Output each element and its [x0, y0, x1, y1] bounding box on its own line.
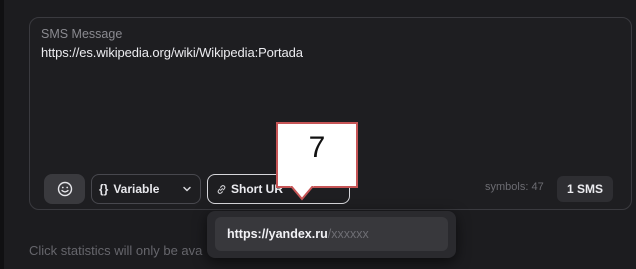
variable-dropdown[interactable]: {} Variable: [91, 174, 201, 204]
smiley-icon: [57, 181, 72, 197]
short-url-suffix: /xxxxxx: [327, 227, 369, 241]
emoji-button[interactable]: [44, 174, 85, 204]
short-url-domain: https://yandex.ru: [227, 227, 328, 241]
variable-dropdown-label: Variable: [113, 182, 160, 196]
step-callout-number: 7: [308, 131, 326, 164]
short-url-domain-popup: https://yandex.ru/xxxxxx: [207, 211, 456, 258]
link-icon: [217, 184, 226, 194]
click-statistics-note: Click statistics will only be ava: [29, 243, 203, 258]
left-edge: [0, 0, 4, 269]
symbols-counter: symbols: 47: [485, 181, 544, 193]
callout-pointer-icon: [290, 186, 314, 201]
short-url-option[interactable]: https://yandex.ru/xxxxxx: [215, 217, 448, 251]
sms-message-text[interactable]: https://es.wikipedia.org/wiki/Wikipedia:…: [41, 45, 303, 60]
sms-composer-screen: SMS Message https://es.wikipedia.org/wik…: [0, 0, 636, 269]
chevron-down-icon: [183, 186, 191, 192]
braces-icon: {}: [99, 182, 109, 196]
sms-count-badge: 1 SMS: [557, 176, 613, 202]
sms-message-label: SMS Message: [41, 27, 123, 41]
